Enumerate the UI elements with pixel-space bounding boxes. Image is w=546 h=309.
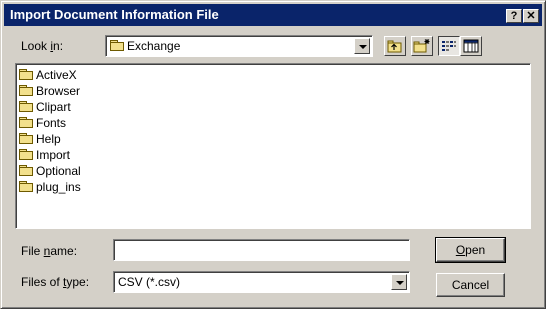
look-in-dropdown[interactable]: Exchange	[105, 35, 373, 57]
folder-icon	[19, 165, 33, 176]
look-in-label: Look in:	[21, 39, 64, 53]
list-item[interactable]: Import	[19, 147, 70, 163]
list-item[interactable]: Fonts	[19, 115, 66, 131]
details-view-icon	[463, 39, 479, 53]
chevron-down-icon[interactable]	[391, 274, 407, 290]
folder-icon	[19, 101, 33, 112]
new-folder-button[interactable]	[411, 36, 433, 56]
folder-icon	[19, 117, 33, 128]
details-view-button[interactable]	[460, 36, 482, 56]
list-item[interactable]: Help	[19, 131, 61, 147]
up-one-level-button[interactable]	[384, 36, 406, 56]
file-name-label: File name:	[21, 244, 78, 258]
folder-open-icon	[110, 40, 124, 51]
open-button[interactable]: Open	[435, 237, 506, 263]
title-bar[interactable]: Import Document Information File ? ✕	[4, 4, 542, 26]
files-of-type-label: Files of type:	[21, 275, 90, 289]
dialog-title: Import Document Information File	[10, 7, 219, 22]
folder-icon	[19, 85, 33, 96]
files-of-type-dropdown[interactable]: CSV (*.csv)	[113, 271, 410, 293]
list-item[interactable]: Browser	[19, 83, 80, 99]
folder-icon	[19, 69, 33, 80]
chevron-down-icon[interactable]	[354, 38, 370, 54]
list-view-icon	[442, 41, 456, 51]
folder-icon	[19, 149, 33, 160]
help-icon: ?	[510, 10, 518, 22]
close-button[interactable]: ✕	[523, 9, 539, 23]
list-item[interactable]: plug_ins	[19, 179, 81, 195]
list-item[interactable]: Optional	[19, 163, 81, 179]
import-dialog: Import Document Information File ? ✕ Loo…	[0, 0, 546, 309]
folder-icon	[19, 133, 33, 144]
file-list[interactable]: ActiveX Browser Clipart Fonts Help Impor…	[15, 63, 531, 229]
look-in-value: Exchange	[127, 39, 181, 53]
folder-icon	[19, 181, 33, 192]
cancel-button[interactable]: Cancel	[436, 273, 505, 297]
help-button[interactable]: ?	[506, 9, 522, 23]
new-folder-icon	[413, 39, 430, 53]
up-folder-icon	[387, 40, 402, 53]
files-of-type-value: CSV (*.csv)	[118, 275, 181, 289]
list-view-button[interactable]	[438, 36, 460, 56]
list-item[interactable]: Clipart	[19, 99, 71, 115]
list-item[interactable]: ActiveX	[19, 67, 77, 83]
close-icon: ✕	[526, 10, 536, 22]
file-name-input[interactable]	[113, 239, 410, 261]
